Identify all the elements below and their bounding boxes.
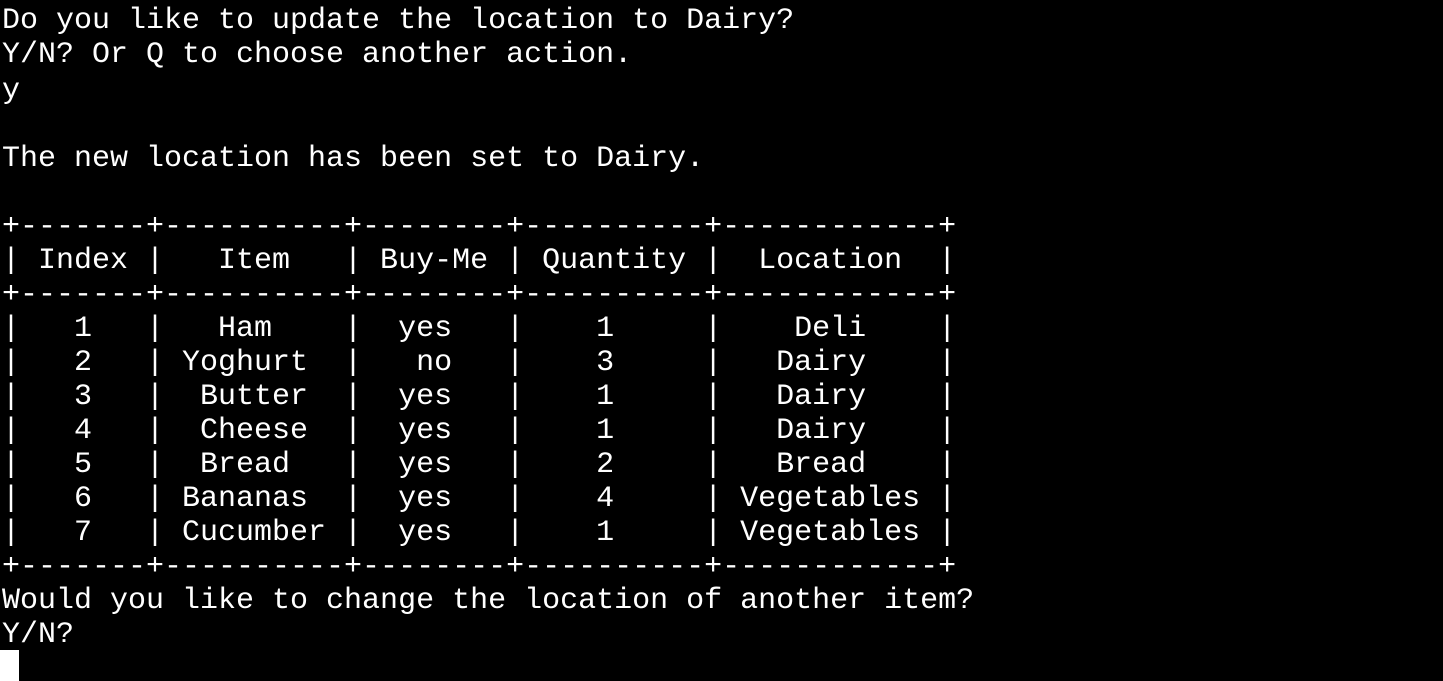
table-row: | 1 | Ham | yes | 1 | Deli | [2,312,957,346]
table-border-header: +-------+----------+--------+----------+… [2,278,957,312]
terminal-window[interactable]: Do you like to update the location to Da… [0,0,1443,681]
table-row: | 7 | Cucumber | yes | 1 | Vegetables | [2,516,957,550]
table-row: | 4 | Cheese | yes | 1 | Dairy | [2,414,957,448]
table-row: | 3 | Butter | yes | 1 | Dairy | [2,380,957,414]
table-row: | 2 | Yoghurt | no | 3 | Dairy | [2,346,957,380]
items-table: +-------+----------+--------+----------+… [0,210,1443,584]
prompt-line: Do you like to update the location to Da… [2,4,795,38]
table-header-row: | Index | Item | Buy-Me | Quantity | Loc… [2,244,957,278]
table-border-bottom: +-------+----------+--------+----------+… [2,550,957,584]
text-cursor[interactable] [0,650,19,681]
table-border-top: +-------+----------+--------+----------+… [2,210,957,244]
user-input-line: y [2,74,21,108]
followup-question: Would you like to change the location of… [2,584,975,618]
prompt-options-line: Y/N? Or Q to choose another action. [2,38,633,72]
followup-prompt: Y/N? [2,618,75,652]
table-row: | 5 | Bread | yes | 2 | Bread | [2,448,957,482]
table-row: | 6 | Bananas | yes | 4 | Vegetables | [2,482,957,516]
confirmation-message: The new location has been set to Dairy. [2,142,705,176]
